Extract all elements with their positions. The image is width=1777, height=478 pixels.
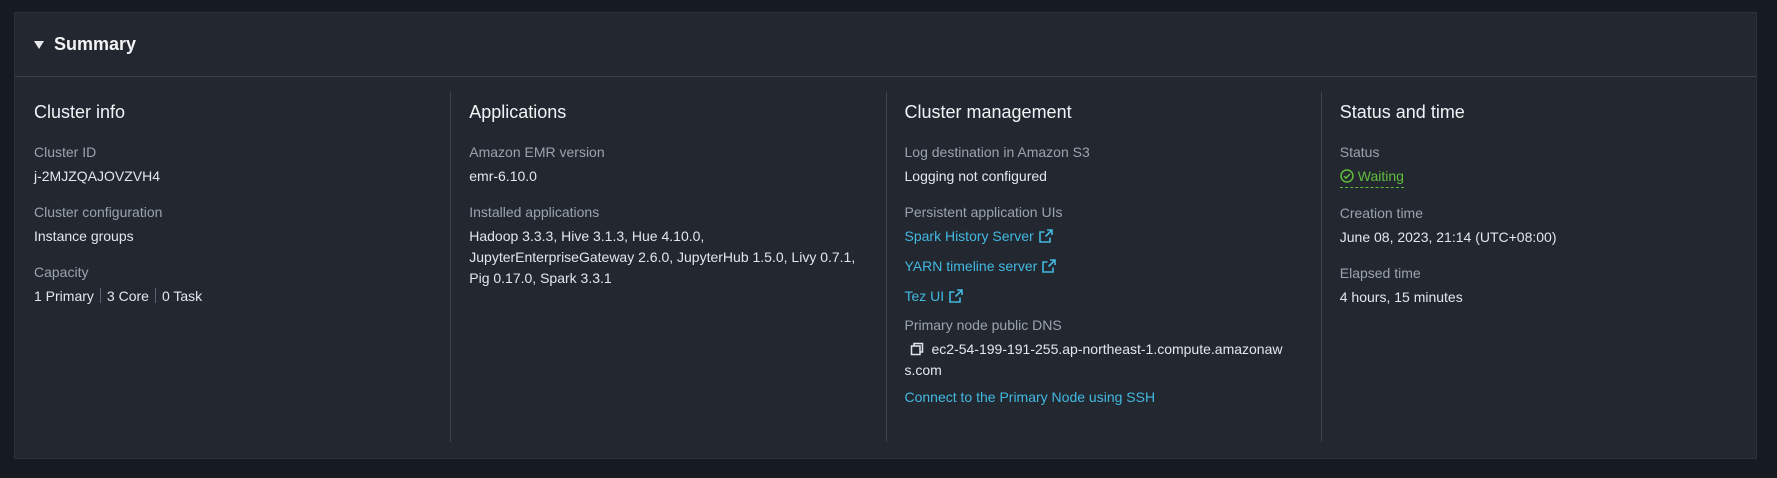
cluster-info-column: Cluster info Cluster ID j-2MJZQAJOVZVH4 …: [15, 77, 450, 460]
yarn-timeline-server-label: YARN timeline server: [904, 258, 1038, 274]
capacity-core: 3 Core: [106, 288, 149, 304]
check-circle-icon: [1340, 169, 1354, 183]
status-field: Status Waiting: [1339, 143, 1736, 188]
status-label: Status: [1339, 144, 1380, 160]
summary-header-toggle[interactable]: Summary: [15, 13, 1756, 77]
summary-panel: Summary Cluster info Cluster ID j-2MJZQA…: [14, 12, 1757, 459]
capacity-task: 0 Task: [161, 288, 203, 304]
ssh-connect-link[interactable]: Connect to the Primary Node using SSH: [905, 387, 1156, 407]
capacity-divider: [99, 288, 101, 303]
cluster-management-heading: Cluster management: [904, 102, 1072, 122]
summary-columns: Cluster info Cluster ID j-2MJZQAJOVZVH4 …: [15, 77, 1756, 460]
external-link-icon: [1038, 229, 1053, 243]
status-time-heading: Status and time: [1339, 102, 1465, 122]
external-link-icon: [949, 289, 963, 303]
elapsed-time-field: Elapsed time 4 hours, 15 minutes: [1340, 264, 1736, 308]
installed-apps-line: Pig 0.17.0, Spark 3.3.1: [469, 270, 612, 286]
caret-down-icon: [34, 41, 44, 49]
creation-time-value: June 08, 2023, 21:14 (UTC+08:00): [1339, 229, 1557, 245]
emr-version-field: Amazon EMR version emr-6.10.0: [469, 143, 865, 187]
emr-version-value: emr-6.10.0: [469, 168, 537, 184]
tez-ui-link[interactable]: Tez UI: [905, 286, 964, 306]
primary-dns-text-wrap: s.com: [904, 362, 942, 378]
installed-apps-field: Installed applications Hadoop 3.3.3, Hiv…: [469, 203, 865, 289]
summary-title: Summary: [54, 34, 137, 54]
persistent-uis-label: Persistent application UIs: [904, 204, 1063, 220]
capacity-field: Capacity 1 Primary 3 Core 0 Task: [34, 263, 430, 307]
tez-ui-label: Tez UI: [904, 288, 945, 304]
primary-dns-text: ec2-54-199-191-255.ap-northeast-1.comput…: [931, 341, 1283, 357]
applications-column: Applications Amazon EMR version emr-6.10…: [450, 77, 885, 460]
primary-dns-value: ec2-54-199-191-255.ap-northeast-1.comput…: [905, 339, 1301, 360]
log-destination-field: Log destination in Amazon S3 Logging not…: [905, 143, 1301, 187]
cluster-management-column: Cluster management Log destination in Am…: [885, 77, 1321, 460]
log-destination-value: Logging not configured: [904, 168, 1047, 184]
spark-history-server-label: Spark History Server: [904, 228, 1034, 244]
capacity-divider: [154, 288, 156, 303]
creation-time-label: Creation time: [1339, 205, 1424, 221]
cluster-config-label: Cluster configuration: [34, 204, 163, 220]
creation-time-field: Creation time June 08, 2023, 21:14 (UTC+…: [1340, 204, 1736, 248]
elapsed-time-label: Elapsed time: [1339, 265, 1421, 281]
status-waiting-badge[interactable]: Waiting: [1339, 166, 1404, 188]
copy-icon[interactable]: [910, 342, 924, 356]
installed-apps-line: Hadoop 3.3.3, Hive 3.1.3, Hue 4.10.0,: [469, 228, 705, 244]
installed-apps-line: JupyterEnterpriseGateway 2.6.0, JupyterH…: [469, 249, 856, 265]
cluster-id-value: j-2MJZQAJOVZVH4: [34, 168, 161, 184]
cluster-info-heading: Cluster info: [34, 102, 126, 122]
status-text: Waiting: [1357, 168, 1404, 184]
elapsed-time-value: 4 hours, 15 minutes: [1339, 289, 1463, 305]
capacity-label: Capacity: [34, 264, 89, 280]
external-link-icon: [1042, 259, 1057, 273]
spark-history-server-link[interactable]: Spark History Server: [905, 226, 1053, 246]
primary-dns-label: Primary node public DNS: [904, 317, 1062, 333]
capacity-primary: 1 Primary: [34, 288, 94, 304]
log-destination-label: Log destination in Amazon S3: [904, 144, 1090, 160]
primary-dns-field: Primary node public DNS ec2-54-199-191-2…: [905, 316, 1301, 381]
persistent-uis-field: Persistent application UIs Spark History…: [905, 203, 1301, 306]
yarn-timeline-server-link[interactable]: YARN timeline server: [905, 256, 1057, 276]
emr-version-label: Amazon EMR version: [469, 144, 605, 160]
cluster-config-field: Cluster configuration Instance groups: [34, 203, 430, 247]
cluster-id-label: Cluster ID: [34, 144, 97, 160]
installed-apps-label: Installed applications: [469, 204, 600, 220]
applications-heading: Applications: [469, 102, 567, 122]
cluster-id-field: Cluster ID j-2MJZQAJOVZVH4: [34, 143, 430, 187]
capacity-value: 1 Primary 3 Core 0 Task: [34, 286, 430, 307]
cluster-config-value: Instance groups: [34, 228, 134, 244]
status-time-column: Status and time Status Waiting Creation …: [1320, 77, 1756, 460]
